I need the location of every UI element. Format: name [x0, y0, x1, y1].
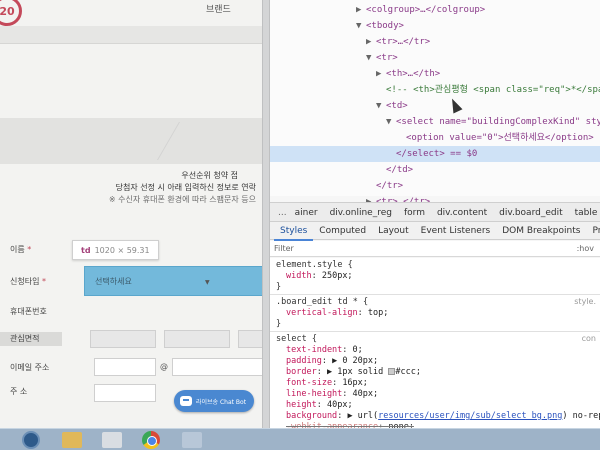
- os-taskbar: [0, 428, 600, 450]
- inspect-tooltip: td 1020 × 59.31: [72, 240, 159, 260]
- dom-node[interactable]: </select> == $0: [270, 146, 600, 162]
- page-banner: [0, 118, 262, 164]
- select-prop-padding[interactable]: padding: ▶ 0 20px;: [286, 356, 378, 367]
- select-rule-selector[interactable]: select {: [276, 334, 317, 345]
- element-style-selector[interactable]: element.style {: [276, 260, 353, 271]
- select-prop-height[interactable]: height: 40px;: [286, 400, 353, 411]
- filter-input[interactable]: Filter: [274, 244, 294, 253]
- caret-down-icon[interactable]: ▼: [366, 50, 376, 66]
- app-window-icon[interactable]: [102, 432, 122, 448]
- caret-down-icon[interactable]: ▼: [376, 98, 386, 114]
- tab-layout[interactable]: Layout: [372, 222, 415, 240]
- email-label: 이메일 주소: [10, 363, 50, 372]
- tab-computed[interactable]: Computed: [313, 222, 372, 240]
- dom-node[interactable]: ▼ <td>: [376, 98, 408, 114]
- dom-node[interactable]: <option value="0">선택하세요</option>: [396, 130, 594, 146]
- email-local-input[interactable]: [94, 358, 156, 376]
- caret-right-icon[interactable]: ▶: [376, 66, 386, 82]
- notice-line-3: ※ 수신자 휴대폰 환경에 따라 스팸문자 등으: [108, 195, 256, 204]
- tab-event-listeners[interactable]: Event Listeners: [415, 222, 497, 240]
- breadcrumb-item[interactable]: div.content: [437, 208, 487, 218]
- dom-node[interactable]: ▶ <th>…</th>: [376, 66, 440, 82]
- dom-node[interactable]: ▶<tr>…</tr>: [366, 34, 430, 50]
- name-label: 이름 *: [10, 245, 32, 254]
- notice-text: 우선순위 청약 접 당첨자 선정 시 아래 입력하신 정보로 연락 ※ 수신자 …: [0, 170, 262, 206]
- caret-right-icon[interactable]: ▶: [366, 34, 376, 50]
- background-url-link[interactable]: resources/user/img/sub/select_bg.png: [378, 411, 562, 421]
- board-edit-prop[interactable]: vertical-align: top;: [286, 308, 388, 319]
- select-prop-border[interactable]: border: ▶ 1px solid #ccc;: [286, 367, 421, 378]
- area-label: 관심면적: [0, 332, 62, 346]
- type-label: 신청타입 *: [10, 277, 46, 286]
- devtools-panel: ▶ <colgroup>…</colgroup> ▼ <tbody> ▶ <tr>…</t…: [270, 0, 600, 428]
- brand-text: 브랜드: [206, 5, 231, 15]
- address-label: 주 소: [10, 387, 28, 396]
- webpage-viewport: 20 브랜드 우선순위 청약 접 당첨자 선정 시 아래 입력하신 정보로 연락…: [0, 0, 262, 428]
- chrome-icon[interactable]: [142, 431, 160, 449]
- banner-decoration: [157, 122, 239, 160]
- hov-toggle[interactable]: :hov: [577, 241, 594, 257]
- dom-node[interactable]: ▼ <tbody>: [356, 18, 404, 34]
- chatbot-button[interactable]: 라이브송 Chat Bot: [174, 390, 254, 412]
- panel-splitter[interactable]: [262, 0, 270, 428]
- email-domain-input[interactable]: [172, 358, 262, 376]
- select-rule-source[interactable]: con: [582, 334, 596, 343]
- dom-node[interactable]: <!-- <th>관심평형 <span class="req">*</span>…: [376, 82, 600, 98]
- board-edit-selector[interactable]: .board_edit td * {: [276, 297, 368, 308]
- board-edit-source[interactable]: style.: [574, 297, 596, 306]
- element-style-prop[interactable]: width: 250px;: [286, 271, 353, 282]
- dom-breadcrumb: ... ainer div.online_reg form div.content div…: [270, 202, 600, 222]
- tab-dom-breakpoints[interactable]: DOM Breakpoints: [496, 222, 586, 240]
- caret-right-icon[interactable]: ▶: [356, 2, 366, 18]
- styles-filter-bar[interactable]: Filter :hov: [270, 241, 600, 257]
- start-button-icon[interactable]: [22, 431, 40, 449]
- building-type-select[interactable]: 선택하세요 ▼: [84, 266, 262, 296]
- breadcrumb-item[interactable]: table: [575, 208, 598, 218]
- caret-down-icon[interactable]: ▼: [386, 114, 396, 130]
- address-input[interactable]: [94, 384, 156, 402]
- notice-line-2: 당첨자 선정 시 아래 입력하신 정보로 연락: [115, 183, 256, 192]
- styles-tabs: Styles Computed Layout Event Listeners DOM B…: [270, 222, 600, 241]
- breadcrumb-item[interactable]: div.board_edit: [499, 208, 562, 218]
- select-prop-line-height[interactable]: line-height: 40px;: [286, 389, 378, 400]
- dom-node[interactable]: ▶ <colgroup>…</colgroup>: [356, 2, 485, 18]
- board-edit-close: }: [276, 319, 282, 329]
- taskbar-app-icon[interactable]: [182, 432, 202, 448]
- caret-down-icon[interactable]: ▼: [356, 18, 366, 34]
- dom-node[interactable]: </tr>: [366, 178, 403, 194]
- select-prop-font-size[interactable]: font-size: 16px;: [286, 378, 368, 389]
- elements-tree: ▶ <colgroup>…</colgroup> ▼ <tbody> ▶ <tr>…</t…: [270, 0, 600, 207]
- breadcrumb-overflow[interactable]: ...: [278, 208, 287, 218]
- dom-node[interactable]: ▼<select name="buildingComplexKind" styl…: [386, 114, 600, 130]
- breadcrumb-item[interactable]: form: [404, 208, 425, 218]
- area-input-2[interactable]: [164, 330, 230, 348]
- area-input-1[interactable]: [90, 330, 156, 348]
- notice-line-1: 우선순위 청약 접: [181, 171, 238, 180]
- brand-logo[interactable]: 20: [0, 0, 22, 26]
- area-input-3[interactable]: [238, 330, 262, 348]
- breadcrumb-item[interactable]: ainer: [295, 208, 318, 218]
- tab-properties[interactable]: Properties: [586, 222, 600, 240]
- chat-icon: [180, 396, 192, 406]
- select-prop-background[interactable]: background: ▶ url(resources/user/img/sub…: [286, 411, 600, 422]
- phone-label: 휴대폰번호: [10, 307, 47, 316]
- top-nav-band: [0, 26, 262, 44]
- breadcrumb-item[interactable]: div.online_reg: [330, 208, 392, 218]
- select-prop-text-indent[interactable]: text-indent: 0;: [286, 345, 363, 356]
- chevron-down-icon: ▼: [205, 279, 210, 286]
- dom-node[interactable]: </td>: [376, 162, 413, 178]
- element-style-close: }: [276, 282, 282, 292]
- file-explorer-icon[interactable]: [62, 432, 82, 448]
- styles-pane: element.style { width: 250px; } .board_e…: [270, 258, 600, 428]
- email-at-sign: @: [160, 362, 168, 371]
- tab-styles[interactable]: Styles: [274, 223, 314, 241]
- dom-node[interactable]: ▼ <tr>: [366, 50, 398, 66]
- select-placeholder: 선택하세요: [95, 277, 132, 286]
